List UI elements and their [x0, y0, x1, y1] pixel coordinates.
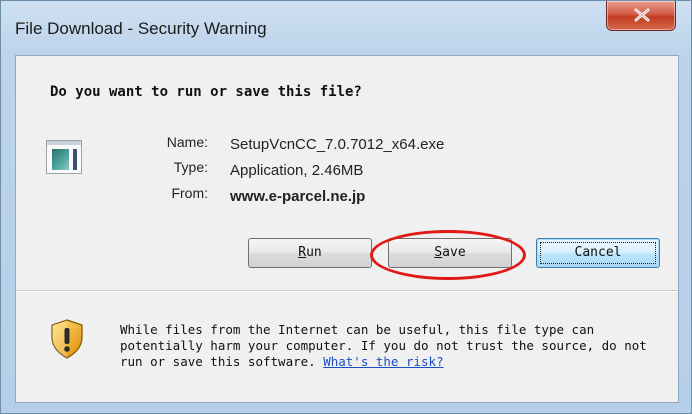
from-label: From:: [171, 185, 208, 201]
file-name-value: SetupVcnCC_7.0.7012_x64.exe: [230, 136, 445, 153]
close-button[interactable]: [606, 1, 676, 31]
save-highlight-circle: [370, 230, 526, 280]
security-warning-dialog: File Download - Security Warning Do you …: [0, 0, 692, 414]
type-label: Type:: [173, 159, 208, 175]
name-label: Name:: [166, 134, 208, 150]
window-title: File Download - Security Warning: [15, 19, 267, 38]
download-question: Do you want to run or save this file?: [50, 84, 362, 100]
security-warning-text: While files from the Internet can be use…: [120, 322, 647, 369]
close-x-icon: [634, 8, 650, 22]
file-type-value: Application, 2.46MB: [230, 162, 364, 179]
file-source-value: www.e-parcel.ne.jp: [230, 188, 366, 205]
cancel-button[interactable]: Cancel: [536, 238, 660, 268]
application-window-icon: [46, 140, 82, 174]
run-button[interactable]: Run: [248, 238, 372, 268]
divider: [16, 290, 678, 292]
title-bar[interactable]: File Download - Security Warning: [1, 1, 691, 49]
dialog-content: Do you want to run or save this file? Na…: [15, 55, 679, 403]
whats-the-risk-link[interactable]: What's the risk?: [323, 354, 443, 369]
security-shield-warning-icon: [51, 319, 83, 359]
